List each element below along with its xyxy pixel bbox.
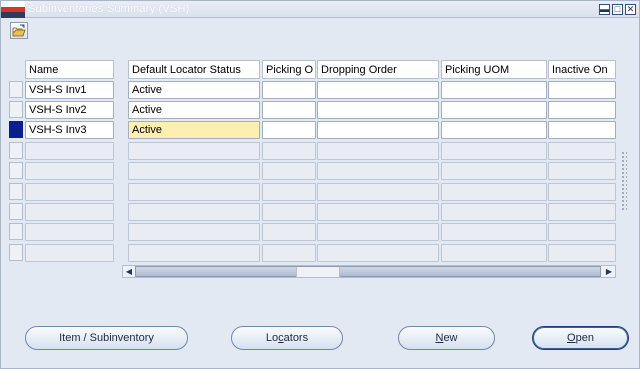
record-selector[interactable] — [9, 183, 23, 200]
picking-order-field[interactable] — [262, 101, 316, 119]
empty-picking-uom-field[interactable] — [441, 142, 547, 160]
empty-status-field[interactable] — [128, 223, 260, 241]
empty-name-field[interactable] — [25, 223, 114, 241]
picking-uom-field[interactable] — [441, 101, 547, 119]
record-selector[interactable] — [9, 101, 23, 118]
record-selector[interactable] — [9, 142, 23, 159]
empty-name-field[interactable] — [25, 203, 114, 221]
empty-dropping-order-field[interactable] — [317, 183, 439, 201]
empty-picking-uom-field[interactable] — [441, 162, 547, 180]
record-selector[interactable] — [9, 223, 23, 240]
locators-label-end: ators — [283, 332, 309, 344]
locator-status-field[interactable]: Active — [128, 101, 260, 119]
dropping-order-field[interactable] — [317, 121, 439, 139]
item-subinventory-button-label: Item / Subinventory — [59, 332, 154, 344]
column-header-default-locator-status: Default Locator Status — [128, 60, 260, 79]
open-label-end: pen — [575, 332, 594, 344]
empty-inactive-on-field[interactable] — [548, 244, 616, 262]
empty-status-field[interactable] — [128, 244, 260, 262]
scroll-left-arrow-icon[interactable]: ◀ — [123, 266, 135, 277]
empty-dropping-order-field[interactable] — [317, 223, 439, 241]
empty-dropping-order-field[interactable] — [317, 142, 439, 160]
open-button[interactable]: Open — [532, 326, 629, 350]
empty-status-field[interactable] — [128, 162, 260, 180]
app-icon — [1, 1, 25, 18]
empty-status-field[interactable] — [128, 203, 260, 221]
empty-picking-uom-field[interactable] — [441, 203, 547, 221]
inactive-on-field[interactable] — [548, 101, 616, 119]
picking-order-field[interactable] — [262, 121, 316, 139]
inactive-on-field[interactable] — [548, 81, 616, 99]
empty-dropping-order-field[interactable] — [317, 244, 439, 262]
empty-picking-order-field[interactable] — [262, 223, 316, 241]
column-header-name: Name — [25, 60, 114, 79]
record-selector[interactable] — [9, 244, 23, 261]
picking-order-field[interactable] — [262, 81, 316, 99]
empty-picking-order-field[interactable] — [262, 244, 316, 262]
empty-picking-order-field[interactable] — [262, 162, 316, 180]
empty-name-field[interactable] — [25, 162, 114, 180]
picking-uom-field[interactable] — [441, 81, 547, 99]
empty-name-field[interactable] — [25, 244, 114, 262]
empty-name-field[interactable] — [25, 183, 114, 201]
locator-status-field[interactable]: Active — [128, 81, 260, 99]
empty-inactive-on-field[interactable] — [548, 162, 616, 180]
folder-open-icon[interactable] — [10, 22, 28, 39]
locators-button[interactable]: Locators — [231, 326, 343, 350]
column-header-picking-order: Picking O — [262, 60, 316, 79]
column-header-inactive-on: Inactive On — [548, 60, 616, 79]
close-icon[interactable]: ✕ — [625, 4, 636, 15]
empty-dropping-order-field[interactable] — [317, 162, 439, 180]
empty-name-field[interactable] — [25, 142, 114, 160]
subinventories-summary-window: Subinventories Summary (VSH) ▬ □ ✕ Name … — [0, 0, 640, 369]
maximize-icon[interactable]: □ — [612, 4, 623, 15]
locator-status-field-current[interactable]: Active — [128, 121, 260, 139]
minimize-icon[interactable]: ▬ — [599, 4, 610, 15]
dropping-order-field[interactable] — [317, 101, 439, 119]
inactive-on-field[interactable] — [548, 121, 616, 139]
column-header-dropping-order: Dropping Order — [317, 60, 439, 79]
name-field[interactable]: VSH-S Inv1 — [25, 81, 114, 99]
empty-picking-order-field[interactable] — [262, 142, 316, 160]
empty-inactive-on-field[interactable] — [548, 183, 616, 201]
record-selector[interactable] — [9, 203, 23, 220]
open-mnemonic: O — [567, 332, 576, 344]
dropping-order-field[interactable] — [317, 81, 439, 99]
column-header-picking-uom: Picking UOM — [441, 60, 547, 79]
new-label-end: ew — [443, 332, 458, 344]
empty-picking-order-field[interactable] — [262, 183, 316, 201]
current-record-indicator[interactable] — [9, 121, 23, 138]
locators-label-start: Lo — [265, 332, 279, 344]
empty-picking-uom-field[interactable] — [441, 244, 547, 262]
empty-inactive-on-field[interactable] — [548, 142, 616, 160]
name-field[interactable]: VSH-S Inv3 — [25, 121, 114, 139]
empty-inactive-on-field[interactable] — [548, 223, 616, 241]
new-button[interactable]: New — [398, 326, 495, 350]
scroll-right-arrow-icon[interactable]: ▶ — [603, 266, 615, 277]
empty-inactive-on-field[interactable] — [548, 203, 616, 221]
window-title: Subinventories Summary (VSH) — [28, 3, 190, 15]
empty-picking-uom-field[interactable] — [441, 183, 547, 201]
horizontal-scrollbar[interactable]: ◀ ▶ — [122, 265, 616, 278]
item-subinventory-button[interactable]: Item / Subinventory — [25, 326, 188, 350]
empty-picking-uom-field[interactable] — [441, 223, 547, 241]
scrollbar-grip — [296, 267, 340, 277]
empty-dropping-order-field[interactable] — [317, 203, 439, 221]
empty-status-field[interactable] — [128, 142, 260, 160]
scrollbar-thumb[interactable] — [135, 266, 601, 277]
empty-status-field[interactable] — [128, 183, 260, 201]
name-field[interactable]: VSH-S Inv2 — [25, 101, 114, 119]
resize-grip-icon[interactable] — [621, 151, 627, 211]
record-selector[interactable] — [9, 162, 23, 179]
picking-uom-field[interactable] — [441, 121, 547, 139]
empty-picking-order-field[interactable] — [262, 203, 316, 221]
title-bar[interactable]: Subinventories Summary (VSH) ▬ □ ✕ — [1, 1, 639, 18]
record-selector[interactable] — [9, 81, 23, 98]
